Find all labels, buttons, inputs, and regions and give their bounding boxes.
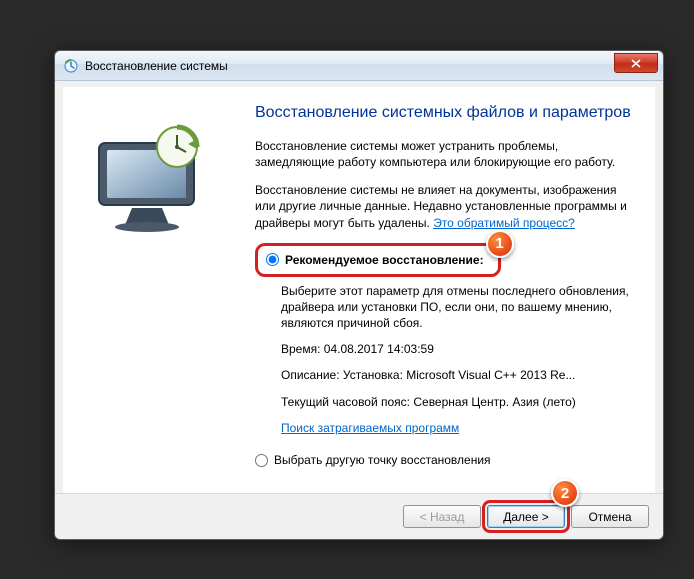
- restore-time: Время: 04.08.2017 14:03:59: [281, 341, 637, 357]
- affected-programs-link[interactable]: Поиск затрагиваемых программ: [281, 421, 459, 435]
- back-button: < Назад: [403, 505, 481, 528]
- left-pane: [77, 103, 245, 485]
- options-block: Рекомендуемое восстановление: 1 Выберите…: [255, 243, 637, 470]
- system-restore-dialog: Восстановление системы: [54, 50, 664, 540]
- intro-paragraph-2: Восстановление системы не влияет на доку…: [255, 182, 637, 231]
- radio-choose-other-input[interactable]: [255, 454, 268, 467]
- reversible-link[interactable]: Это обратимый процесс?: [433, 216, 575, 230]
- titlebar[interactable]: Восстановление системы: [55, 51, 663, 81]
- radio-choose-other-label: Выбрать другую точку восстановления: [274, 453, 491, 467]
- radio-recommended-input[interactable]: [266, 253, 279, 266]
- right-pane: Восстановление системных файлов и параме…: [245, 103, 637, 485]
- content-area: Восстановление системных файлов и параме…: [63, 87, 655, 493]
- close-button[interactable]: [614, 53, 658, 73]
- cancel-button[interactable]: Отмена: [571, 505, 649, 528]
- recommended-description: Выберите этот параметр для отмены послед…: [281, 283, 637, 332]
- radio-recommended[interactable]: Рекомендуемое восстановление:: [266, 250, 484, 270]
- restore-graphic: [77, 113, 227, 243]
- close-icon: [631, 59, 641, 68]
- annotation-highlight-1: Рекомендуемое восстановление: 1: [255, 243, 501, 277]
- button-bar: < Назад Далее > 2 Отмена: [55, 493, 663, 539]
- annotation-badge-1: 1: [486, 230, 514, 258]
- page-heading: Восстановление системных файлов и параме…: [255, 103, 637, 124]
- window-title: Восстановление системы: [85, 59, 228, 73]
- radio-recommended-label: Рекомендуемое восстановление:: [285, 253, 484, 267]
- next-button[interactable]: Далее >: [487, 505, 565, 528]
- restore-description: Описание: Установка: Microsoft Visual C+…: [281, 367, 637, 383]
- restore-timezone: Текущий часовой пояс: Северная Центр. Аз…: [281, 394, 637, 410]
- radio-choose-other[interactable]: Выбрать другую точку восстановления: [255, 450, 637, 470]
- intro-paragraph-1: Восстановление системы может устранить п…: [255, 138, 637, 170]
- recommended-details: Выберите этот параметр для отмены послед…: [281, 283, 637, 436]
- restore-icon: [63, 58, 79, 74]
